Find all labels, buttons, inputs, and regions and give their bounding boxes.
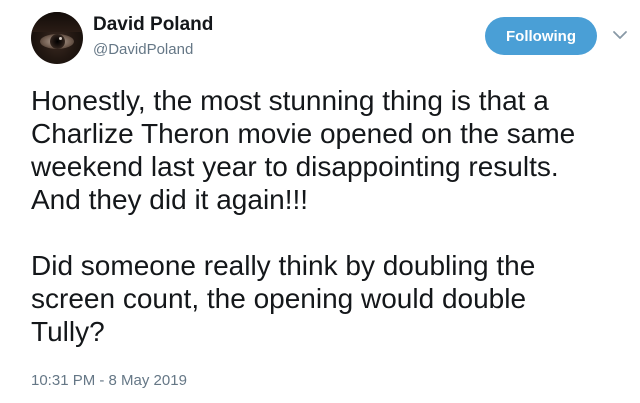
chevron-down-icon[interactable] xyxy=(611,28,629,42)
avatar-iris xyxy=(50,34,65,49)
author-handle[interactable]: @DavidPoland xyxy=(93,41,193,58)
avatar-brow xyxy=(31,12,83,32)
tweet-paragraph-2: Did someone really think by doubling the… xyxy=(31,250,536,347)
tweet-timestamp[interactable]: 10:31 PM - 8 May 2019 xyxy=(31,372,187,389)
tweet-body: Honestly, the most stunning thing is tha… xyxy=(31,84,631,348)
avatar[interactable] xyxy=(31,12,83,64)
avatar-glint xyxy=(59,37,62,40)
following-button[interactable]: Following xyxy=(485,17,597,55)
author-display-name[interactable]: David Poland xyxy=(93,14,213,36)
tweet-card: David Poland @DavidPoland Following Hone… xyxy=(0,0,640,403)
tweet-paragraph-1: Honestly, the most stunning thing is tha… xyxy=(31,85,576,215)
